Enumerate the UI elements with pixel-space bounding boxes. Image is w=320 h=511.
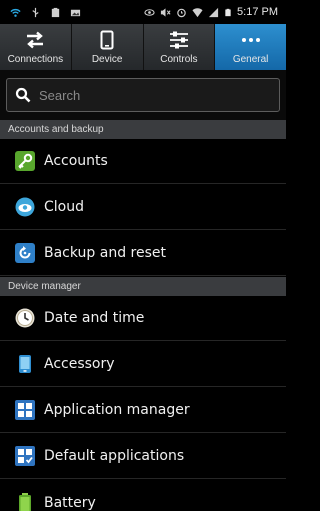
tab-label: Device: [91, 53, 123, 65]
backup-reset-icon: [14, 242, 36, 264]
battery-icon: [14, 492, 36, 511]
clipboard-icon: [51, 7, 60, 17]
list-item-label: Default applications: [44, 448, 185, 464]
list-item-label: Date and time: [44, 310, 145, 326]
wifi-signal-icon: [192, 7, 203, 17]
search-box[interactable]: [6, 78, 280, 112]
phone-icon: [100, 30, 114, 49]
list-item-label: Accessory: [44, 356, 115, 372]
tab-connections[interactable]: Connections: [0, 24, 72, 70]
search-input[interactable]: [39, 87, 259, 103]
apps-grid-icon: [14, 399, 36, 421]
status-time: 5:17 PM: [237, 6, 278, 18]
status-bar: 5:17 PM: [0, 0, 286, 24]
tab-controls[interactable]: Controls: [144, 24, 216, 70]
tab-device[interactable]: Device: [72, 24, 144, 70]
image-icon: [70, 9, 81, 16]
list-item-cloud[interactable]: Cloud: [0, 185, 286, 230]
list-item-label: Battery: [44, 494, 96, 511]
alarm-icon: [177, 8, 186, 17]
section-header-device-manager: Device manager: [0, 277, 286, 296]
wifi-notification-icon: [10, 8, 21, 17]
cell-signal-icon: [208, 7, 219, 17]
list-item-label: Application manager: [44, 402, 190, 418]
search-icon: [15, 87, 31, 103]
list-item-application-manager[interactable]: Application manager: [0, 388, 286, 433]
list-item-accounts[interactable]: Accounts: [0, 139, 286, 184]
list-item-label: Cloud: [44, 199, 84, 215]
clock-icon: [14, 307, 36, 329]
list-item-label: Accounts: [44, 153, 108, 169]
list-item-backup-reset[interactable]: Backup and reset: [0, 231, 286, 276]
tab-general[interactable]: General: [215, 24, 286, 70]
section-header-accounts-backup: Accounts and backup: [0, 120, 286, 139]
list-item-default-applications[interactable]: Default applications: [0, 434, 286, 479]
list-item-label: Backup and reset: [44, 245, 167, 261]
search-bar: [0, 70, 286, 120]
more-dots-icon: [241, 37, 260, 42]
eye-icon: [144, 8, 155, 16]
default-apps-icon: [14, 445, 36, 467]
settings-tab-bar: Connections Device Controls General: [0, 24, 286, 70]
list-item-accessory[interactable]: Accessory: [0, 342, 286, 387]
tab-label: Controls: [160, 53, 198, 65]
tab-label: General: [232, 53, 269, 65]
key-icon: [14, 150, 36, 172]
battery-status-icon: [225, 8, 231, 16]
cloud-icon: [14, 196, 36, 218]
accessory-icon: [14, 353, 36, 375]
list-item-battery[interactable]: Battery: [0, 480, 286, 511]
usb-icon: [32, 7, 39, 17]
sliders-icon: [169, 31, 188, 48]
arrows-swap-icon: [27, 31, 44, 48]
tab-label: Connections: [7, 53, 64, 65]
mute-icon: [160, 7, 171, 17]
list-item-date-time[interactable]: Date and time: [0, 296, 286, 341]
